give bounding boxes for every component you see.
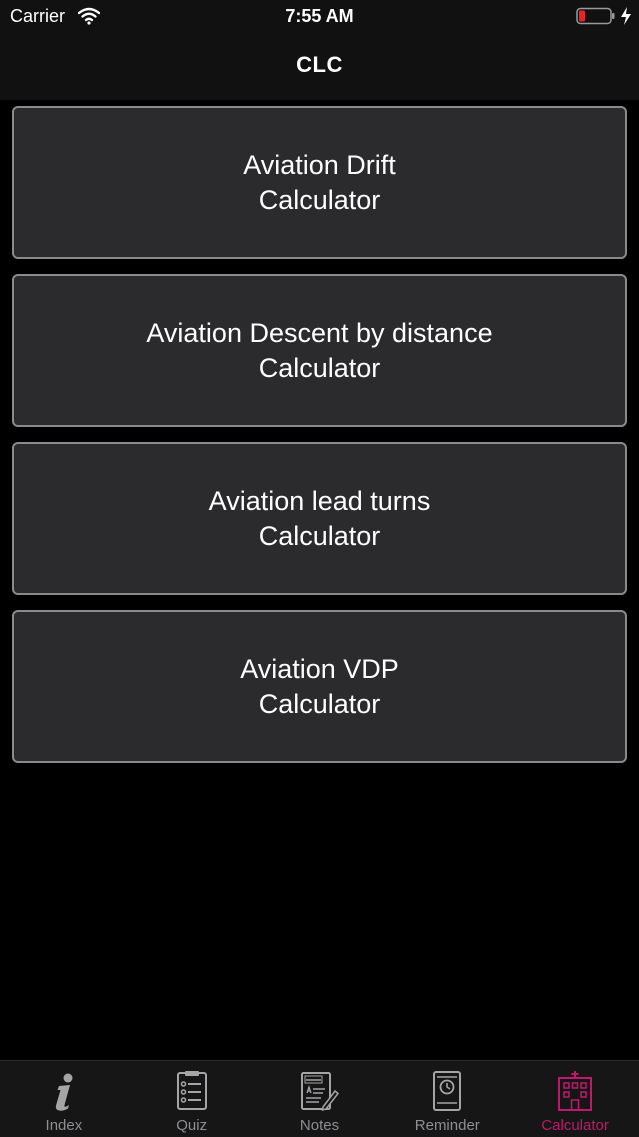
clipboard-icon: [170, 1069, 214, 1113]
battery-icon: [576, 7, 616, 25]
page-title: CLC: [296, 52, 343, 77]
tab-quiz[interactable]: Quiz: [128, 1061, 256, 1137]
tab-label: Quiz: [176, 1117, 208, 1134]
info-icon: [42, 1069, 86, 1113]
drift-calculator-button[interactable]: Aviation Drift Calculator: [12, 106, 627, 259]
button-label-line1: Aviation lead turns: [208, 485, 431, 516]
tab-calculator[interactable]: Calculator: [511, 1061, 639, 1137]
status-bar: Carrier 7:55 AM: [0, 0, 639, 34]
descent-by-distance-calculator-button[interactable]: Aviation Descent by distance Calculator: [12, 274, 627, 427]
button-label-line2: Calculator: [258, 352, 381, 383]
lead-turns-calculator-button[interactable]: Aviation lead turns Calculator: [12, 442, 627, 595]
notes-icon: [297, 1069, 341, 1113]
top-bar: Carrier 7:55 AM CLC: [0, 0, 639, 100]
button-label-line1: Aviation VDP: [240, 653, 399, 684]
button-label-line1: Aviation Drift: [243, 149, 396, 180]
reminder-icon: [425, 1069, 469, 1113]
vdp-calculator-button[interactable]: Aviation VDP Calculator: [12, 610, 627, 763]
tab-label: Index: [45, 1117, 83, 1134]
tab-label: Reminder: [414, 1117, 480, 1134]
tab-index[interactable]: Index: [0, 1061, 128, 1137]
status-time: 7:55 AM: [285, 6, 354, 26]
tab-notes[interactable]: Notes: [256, 1061, 384, 1137]
charging-bolt-icon: [620, 6, 632, 26]
calculator-building-icon: [553, 1069, 597, 1113]
tab-bar: Index Quiz Notes Reminder Calculator: [0, 1060, 639, 1137]
button-label-line2: Calculator: [258, 184, 381, 215]
button-label-line2: Calculator: [258, 688, 381, 719]
tab-label: Calculator: [541, 1117, 609, 1134]
tab-reminder[interactable]: Reminder: [383, 1061, 511, 1137]
calculator-list: Aviation Drift Calculator Aviation Desce…: [12, 106, 627, 778]
button-label-line1: Aviation Descent by distance: [146, 317, 493, 348]
tab-label: Notes: [299, 1117, 340, 1134]
button-label-line2: Calculator: [258, 520, 381, 551]
